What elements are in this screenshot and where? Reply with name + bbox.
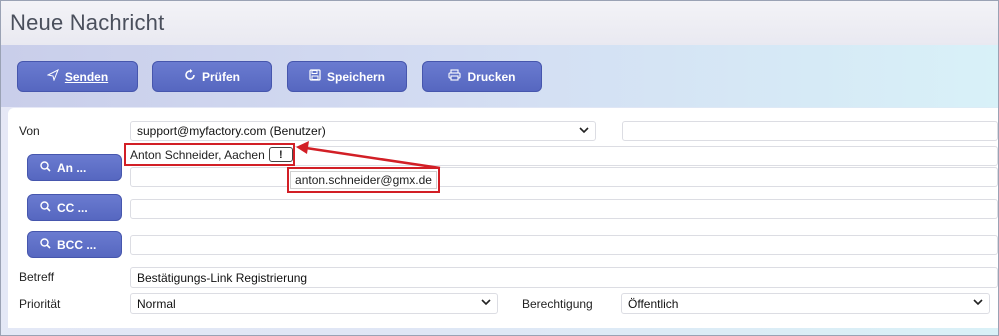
- prioritaet-select[interactable]: Normal: [130, 293, 498, 314]
- betreff-value: Bestätigungs-Link Registrierung: [137, 271, 308, 285]
- save-button[interactable]: Speichern: [287, 61, 407, 92]
- prioritaet-label: Priorität: [19, 297, 61, 311]
- recipient-email-tooltip: anton.schneider@gmx.de: [287, 167, 440, 193]
- von-value: support@myfactory.com (Benutzer): [137, 124, 326, 138]
- recipient-chip[interactable]: Anton Schneider, Aachen !: [124, 143, 295, 166]
- chevron-down-icon: [481, 298, 491, 309]
- title-bar: Neue Nachricht: [1, 1, 998, 45]
- recipient-name: Anton Schneider, Aachen: [130, 147, 265, 162]
- chevron-down-icon: [579, 126, 589, 137]
- bcc-field[interactable]: [130, 235, 998, 255]
- von-extra-field[interactable]: [622, 121, 998, 141]
- warning-icon[interactable]: !: [268, 147, 293, 162]
- bcc-button[interactable]: BCC ...: [27, 231, 122, 258]
- search-icon: [40, 200, 51, 215]
- berechtigung-value: Öffentlich: [628, 296, 679, 311]
- search-icon: [40, 160, 51, 175]
- save-label: Speichern: [326, 69, 386, 84]
- paper-plane-icon: [46, 68, 59, 84]
- page-title: Neue Nachricht: [10, 10, 165, 35]
- von-label: Von: [19, 124, 40, 138]
- berechtigung-select[interactable]: Öffentlich: [621, 293, 990, 314]
- send-button[interactable]: Senden: [17, 61, 138, 92]
- bcc-button-label: BCC ...: [57, 237, 97, 252]
- search-icon: [40, 237, 51, 252]
- check-button[interactable]: Prüfen: [152, 61, 272, 92]
- send-label: Senden: [64, 69, 109, 84]
- an-button[interactable]: An ...: [27, 154, 122, 181]
- an-button-label: An ...: [57, 160, 87, 175]
- prioritaet-value: Normal: [137, 296, 176, 311]
- check-label: Prüfen: [201, 69, 240, 84]
- cc-button-label: CC ...: [57, 200, 88, 215]
- chevron-down-icon: [973, 298, 983, 309]
- an-field-line2[interactable]: [130, 167, 998, 187]
- printer-icon: [448, 69, 462, 84]
- cc-field[interactable]: [130, 199, 998, 219]
- refresh-icon: [184, 69, 196, 84]
- floppy-icon: [309, 69, 321, 84]
- von-select[interactable]: support@myfactory.com (Benutzer): [130, 121, 596, 141]
- berechtigung-label: Berechtigung: [522, 297, 593, 311]
- print-button[interactable]: Drucken: [422, 61, 542, 92]
- toolbar: Senden Prüfen Speichern Drucken: [1, 45, 998, 107]
- betreff-input[interactable]: Bestätigungs-Link Registrierung: [130, 267, 998, 288]
- cc-button[interactable]: CC ...: [27, 194, 122, 221]
- betreff-label: Betreff: [19, 270, 55, 284]
- print-label: Drucken: [467, 69, 516, 84]
- recipient-email: anton.schneider@gmx.de: [290, 171, 437, 189]
